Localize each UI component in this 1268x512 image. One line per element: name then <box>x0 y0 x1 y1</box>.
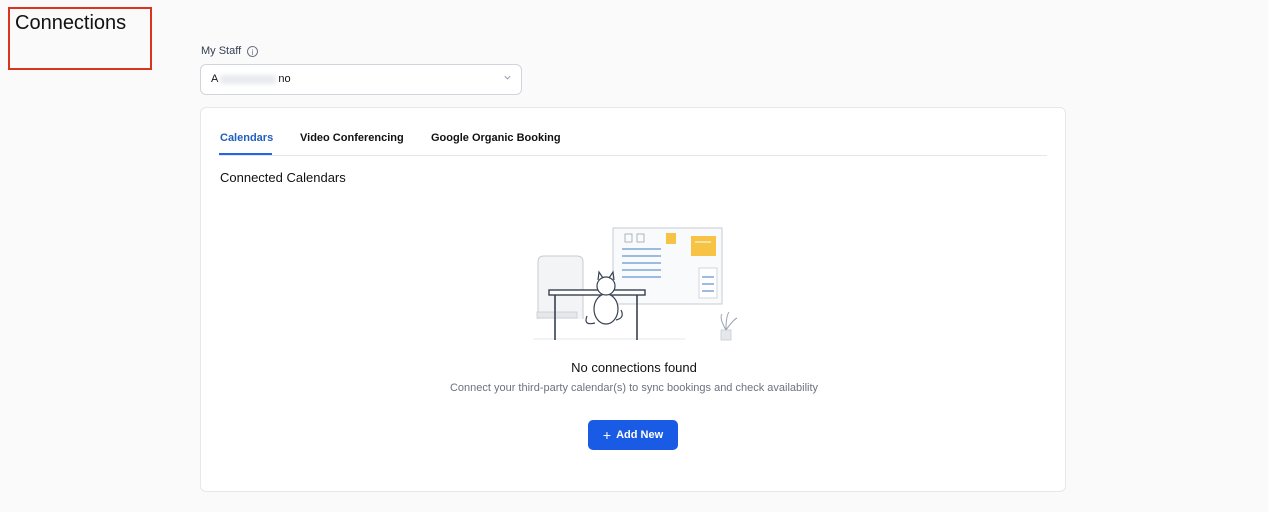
tab-calendars[interactable]: Calendars <box>220 132 273 144</box>
staff-label-text: My Staff <box>201 45 242 57</box>
empty-state-title: No connections found <box>0 360 1268 375</box>
staff-value-prefix: A <box>211 73 219 85</box>
chevron-down-icon <box>504 75 511 80</box>
section-title: Connected Calendars <box>220 170 346 185</box>
tab-video-conferencing[interactable]: Video Conferencing <box>300 132 404 144</box>
empty-state-illustration <box>533 227 738 341</box>
empty-state-subtitle: Connect your third-party calendar(s) to … <box>449 382 819 394</box>
staff-label: My Staff i <box>201 45 259 57</box>
tab-google-organic-booking[interactable]: Google Organic Booking <box>431 132 561 144</box>
active-tab-indicator <box>219 153 272 155</box>
info-icon[interactable]: i <box>247 45 259 57</box>
redacted-name <box>220 74 277 84</box>
add-new-button[interactable]: + Add New <box>588 420 678 450</box>
staff-select[interactable]: Ano <box>200 64 522 95</box>
page-title: Connections <box>15 12 127 34</box>
tab-divider <box>219 155 1047 156</box>
plus-icon: + <box>602 427 612 443</box>
empty-state-title-text: No connections found <box>571 360 697 375</box>
staff-value-suffix: no <box>278 73 291 85</box>
staff-selected-value: Ano <box>211 73 291 85</box>
add-new-label: Add New <box>616 429 664 441</box>
